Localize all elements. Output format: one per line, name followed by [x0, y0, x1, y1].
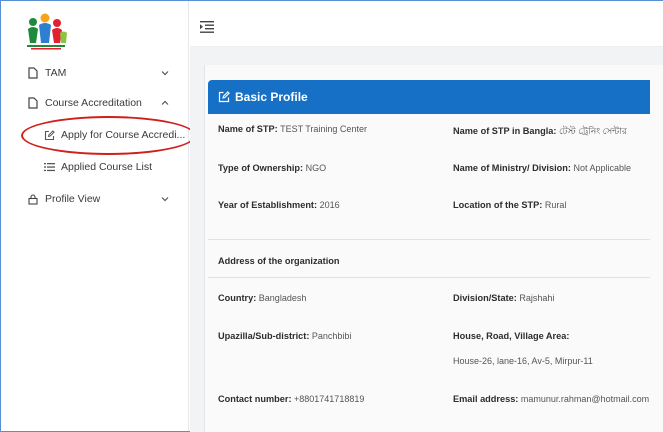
top-bar: [190, 1, 663, 47]
lock-icon: [27, 193, 39, 205]
field-contact-number: Contact number: +8801741718819: [218, 394, 365, 404]
field-country: Country: Bangladesh: [218, 293, 307, 303]
field-name-of-stp: Name of STP: TEST Training Center: [218, 124, 367, 134]
field-ministry-division: Name of Ministry/ Division: Not Applicab…: [453, 163, 631, 173]
card-header: Basic Profile: [208, 80, 650, 114]
field-house-road-village-value: House-26, lane-16, Av-5, Mirpur-11: [453, 356, 593, 366]
card-title: Basic Profile: [235, 90, 308, 104]
field-division-state: Division/State: Rajshahi: [453, 293, 555, 303]
edit-icon: [218, 91, 230, 103]
sidebar-item-label: Apply for Course Accredi...: [61, 129, 186, 141]
sidebar-item-label: Profile View: [45, 193, 101, 205]
sidebar-item-label: Course Accreditation: [45, 97, 142, 109]
document-icon: [27, 67, 39, 79]
sidebar-item-label: TAM: [45, 67, 67, 79]
field-upazilla: Upazilla/Sub-district: Panchbibi: [218, 331, 352, 341]
document-icon: [27, 97, 39, 109]
chevron-down-icon: [161, 197, 169, 202]
logo-icon: [27, 13, 67, 50]
sidebar-item-apply-course-accreditation[interactable]: Apply for Course Accredi...: [1, 121, 189, 149]
chevron-down-icon: [161, 71, 169, 76]
menu-toggle-icon[interactable]: [200, 21, 214, 33]
section-title-address: Address of the organization: [218, 256, 340, 266]
sidebar: TAM Course Accreditation Apply for Cours…: [1, 1, 189, 431]
field-year-of-establishment: Year of Establishment: 2016: [218, 200, 340, 210]
field-name-of-stp-bangla: Name of STP in Bangla: টেস্ট ট্রেনিং সেন…: [453, 126, 627, 136]
sidebar-item-tam[interactable]: TAM: [1, 59, 189, 87]
list-icon: [43, 161, 55, 173]
field-location-of-stp: Location of the STP: Rural: [453, 200, 567, 210]
chevron-up-icon: [161, 100, 169, 105]
sidebar-item-course-accreditation[interactable]: Course Accreditation: [1, 89, 189, 117]
sidebar-item-profile-view[interactable]: Profile View: [1, 185, 189, 213]
field-house-road-village: House, Road, Village Area:: [453, 331, 570, 341]
sidebar-item-applied-course-list[interactable]: Applied Course List: [1, 153, 189, 181]
edit-icon: [43, 129, 55, 141]
field-email-address: Email address: mamunur.rahman@hotmail.co…: [453, 394, 650, 404]
sidebar-item-label: Applied Course List: [61, 161, 153, 173]
card-layer: Basic Profile Name of STP: TEST Training…: [190, 47, 663, 432]
divider: [208, 239, 650, 240]
divider: [208, 277, 650, 278]
field-type-of-ownership: Type of Ownership: NGO: [218, 163, 327, 173]
